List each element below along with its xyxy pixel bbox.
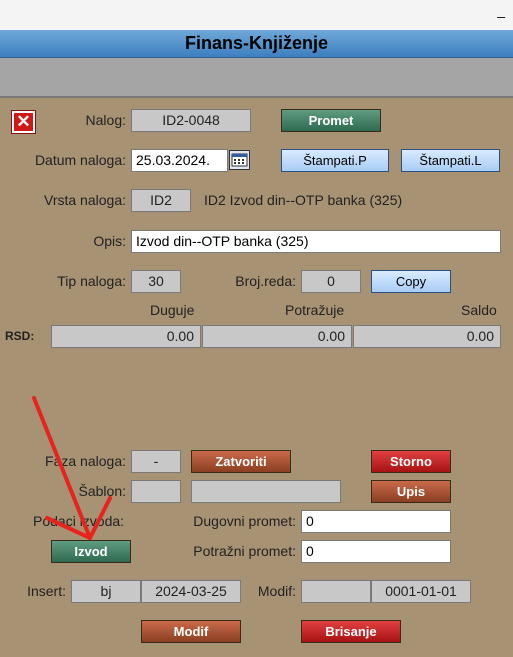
annotation-arrow: [32, 396, 112, 540]
annotation-arrow-icon: [32, 396, 112, 540]
